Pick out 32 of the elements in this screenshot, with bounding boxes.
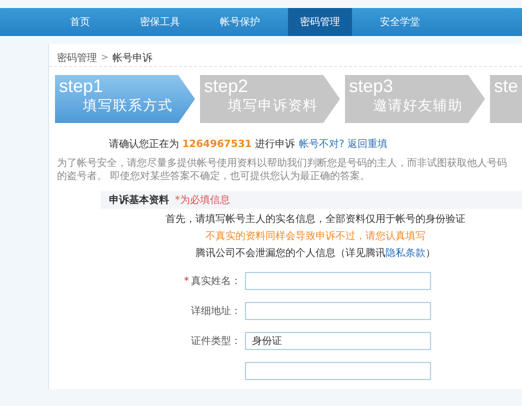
field-label: 真实姓名： — [191, 274, 241, 288]
nav-tab[interactable]: 帐号保护 — [200, 8, 280, 36]
step-number: step2 — [204, 75, 248, 97]
notice-text: 首先，请填写帐号主人的实名信息，全部资料仅用于帐号的身份验证 — [166, 213, 466, 226]
nav-tab[interactable]: 首页 — [40, 8, 120, 36]
input-field[interactable] — [245, 272, 431, 290]
step-number: step1 — [59, 75, 104, 97]
step-number: step3 — [349, 75, 394, 97]
privacy-text: 腾讯公司不会泄漏您的个人信息（详见腾讯隐私条款） — [196, 247, 436, 260]
breadcrumb-link[interactable]: 密码管理 — [57, 51, 97, 65]
required-note: *为必填信息 — [175, 194, 230, 207]
field-label: 详细地址： — [191, 304, 241, 318]
breadcrumb-separator: > — [101, 53, 109, 63]
input-field[interactable]: 身份证 — [245, 332, 431, 350]
nav-tab[interactable]: 密保工具 — [120, 8, 200, 36]
input-field[interactable] — [245, 362, 431, 380]
field-label: 证件类型： — [191, 334, 241, 348]
intro-text: 为了帐号安全，请您尽量多提供帐号使用资料以帮助我们判断您是号码的主人，而非试图获取他人号码的盗号者。 即使您对某些答案不确定，也可提供您认为最正确的答案。 — [57, 157, 508, 183]
required-mark: * — [184, 276, 189, 286]
warning-text: 不真实的资料同样会导致申诉不过，请您认真填写 — [206, 230, 426, 243]
step-label: 填写申诉资料 — [227, 97, 318, 115]
input-field[interactable] — [245, 302, 431, 320]
step-label: 邀请好友辅助 — [372, 97, 463, 115]
nav-tab[interactable]: 安全学堂 — [360, 8, 440, 36]
privacy-link[interactable]: 隐私条款 — [386, 248, 426, 259]
return-link[interactable]: 帐号不对? 返回重填 — [298, 137, 388, 151]
step-number: ste — [494, 75, 518, 97]
breadcrumb-current: 帐号申诉 — [112, 52, 153, 65]
nav-tab[interactable]: 密码管理 — [288, 8, 352, 36]
confirm-text: 请确认您正在为 1264967531 进行申诉 — [109, 138, 295, 151]
step-label: 填写联系方式 — [82, 97, 173, 115]
section-title: 申诉基本资料 — [109, 194, 169, 207]
